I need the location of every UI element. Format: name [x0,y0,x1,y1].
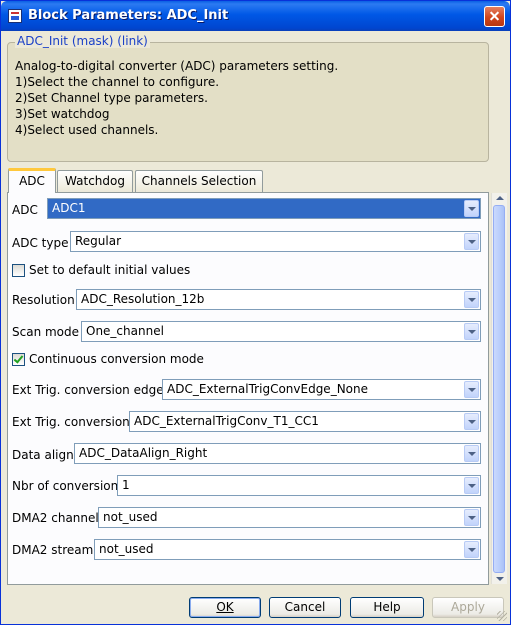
ok-button[interactable]: OK [189,597,261,618]
scan-mode-select[interactable]: One_channel [81,321,481,342]
scroll-up-icon[interactable] [496,196,504,200]
chevron-down-icon[interactable] [464,445,479,462]
ext-trig-edge-label: Ext Trig. conversion edge [12,383,164,397]
adc-type-value: Regular [75,234,122,248]
default-values-label: Set to default initial values [29,263,191,277]
chevron-down-icon[interactable] [464,233,479,250]
description-line: 2)Set Channel type parameters. [15,91,208,105]
help-button-label: Help [373,600,401,614]
description-line: Analog-to-digital converter (ADC) parame… [15,59,339,73]
window-title: Block Parameters: ADC_Init [28,8,229,23]
chevron-down-icon[interactable] [464,541,479,558]
block-parameters-dialog: Block Parameters: ADC_Init ADC_Init (mas… [0,0,511,625]
scrollbar-thumb[interactable] [493,205,505,573]
chevron-down-icon[interactable] [464,323,479,340]
chevron-down-icon[interactable] [464,413,479,430]
scroll-down-icon[interactable] [496,577,504,581]
default-values-checkbox[interactable] [12,264,25,277]
tab-adc[interactable]: ADC [8,168,56,193]
chevron-down-icon[interactable] [464,477,479,494]
ok-button-label: OK [216,600,234,614]
adc-select[interactable]: ADC1 [47,198,481,219]
data-align-value: ADC_DataAlign_Right [79,446,208,460]
close-icon[interactable] [484,6,505,27]
continuous-conversion-label: Continuous conversion mode [29,352,204,366]
description-line: 1)Select the channel to configure. [15,75,220,89]
adc-value: ADC1 [52,199,86,218]
continuous-conversion-checkbox[interactable] [12,353,25,366]
dma2-channel-label: DMA2 channel [12,511,99,525]
adc-type-select[interactable]: Regular [70,231,481,252]
dma2-channel-select[interactable]: not_used [98,507,481,528]
ext-trig-conversion-select[interactable]: ADC_ExternalTrigConv_T1_CC1 [129,411,481,432]
dma2-stream-value: not_used [99,542,154,556]
apply-button[interactable]: Apply [432,597,504,618]
tab-watchdog[interactable]: Watchdog [57,170,133,192]
cancel-button[interactable]: Cancel [269,597,341,618]
nbr-conversion-select[interactable]: 1 [117,475,481,496]
ext-trig-edge-select[interactable]: ADC_ExternalTrigConvEdge_None [162,379,481,400]
ext-trig-conversion-value: ADC_ExternalTrigConv_T1_CC1 [134,414,319,428]
adc-label: ADC [12,203,38,217]
resolution-value: ADC_Resolution_12b [81,292,205,306]
description-legend: ADC_Init (mask) (link) [15,34,150,48]
adc-type-label: ADC type [12,236,69,250]
nbr-conversion-label: Nbr of conversion [12,479,119,493]
dma2-channel-value: not_used [103,510,158,524]
ext-trig-edge-value: ADC_ExternalTrigConvEdge_None [167,382,368,396]
resolution-label: Resolution [12,293,75,307]
help-button[interactable]: Help [350,597,424,618]
vertical-scrollbar[interactable] [491,193,507,584]
tab-channels-selection[interactable]: Channels Selection [135,170,263,192]
dma2-stream-label: DMA2 stream [12,543,94,557]
data-align-label: Data align [12,448,74,462]
cancel-button-label: Cancel [284,600,326,614]
nbr-conversion-value: 1 [122,478,130,492]
scan-mode-label: Scan mode [12,325,80,339]
resize-grip-icon[interactable] [497,611,507,621]
chevron-down-icon[interactable] [464,381,479,398]
chevron-down-icon[interactable] [464,291,479,308]
title-bar[interactable]: Block Parameters: ADC_Init [1,1,510,31]
description-line: 4)Select used channels. [15,123,159,137]
chevron-down-icon[interactable] [464,200,479,217]
scan-mode-value: One_channel [86,324,164,338]
ext-trig-conversion-label: Ext Trig. conversion [12,415,130,429]
resolution-select[interactable]: ADC_Resolution_12b [76,289,481,310]
data-align-select[interactable]: ADC_DataAlign_Right [74,443,481,464]
apply-button-label: Apply [451,600,485,614]
description-line: 3)Set watchdog [15,107,110,121]
chevron-down-icon[interactable] [464,509,479,526]
dma2-stream-select[interactable]: not_used [94,539,481,560]
simulink-block-icon [8,9,22,23]
